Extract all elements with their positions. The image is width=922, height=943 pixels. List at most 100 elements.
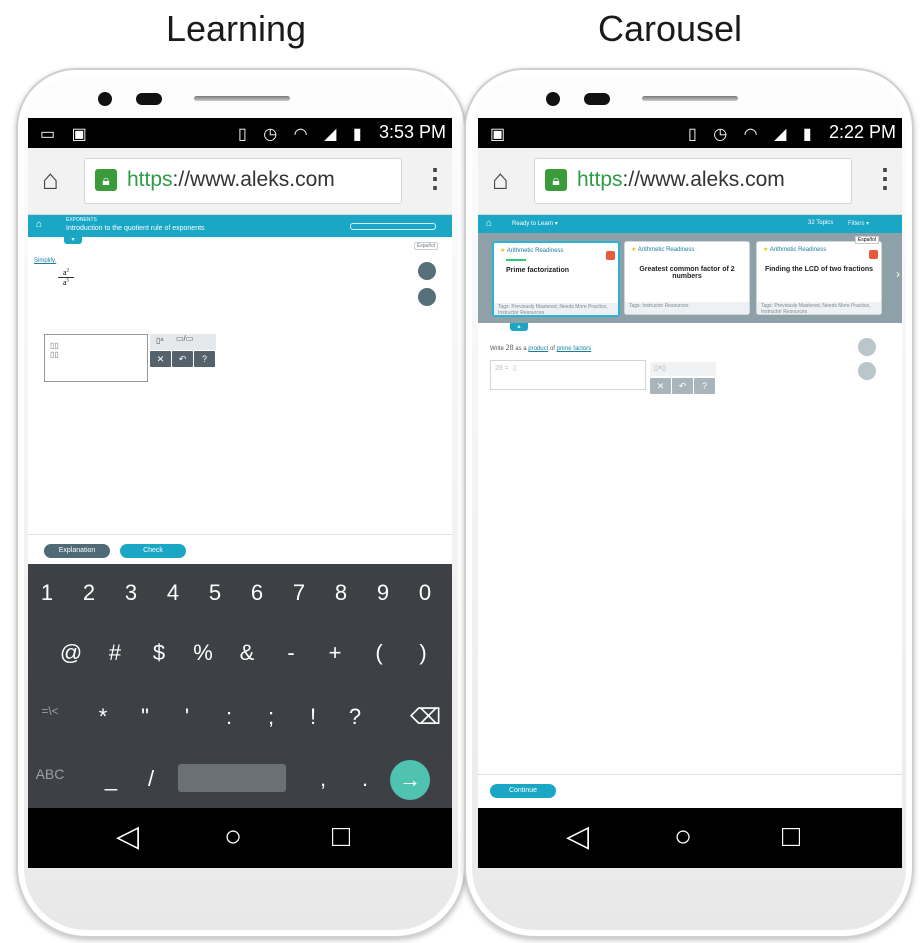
expand-toggle[interactable]: ▴	[510, 323, 528, 331]
key[interactable]: $	[144, 640, 174, 666]
topic-card[interactable]: ★ Arithmetic Readiness Prime factorizati…	[492, 241, 620, 317]
key[interactable]: !	[298, 704, 328, 730]
undo-button[interactable]: ↶	[172, 351, 193, 367]
key[interactable]: ,	[308, 766, 338, 792]
key[interactable]: 0	[410, 580, 440, 606]
home-icon[interactable]: ⌂	[42, 166, 59, 194]
calculator-icon[interactable]	[418, 262, 436, 280]
key[interactable]: 7	[284, 580, 314, 606]
home-circle-icon[interactable]: ○	[674, 822, 692, 852]
enter-arrow-icon[interactable]: →	[390, 760, 430, 800]
espanol-button[interactable]: Español	[413, 242, 438, 250]
undo-button[interactable]: ↶	[672, 378, 693, 394]
check-button[interactable]: Check	[120, 544, 186, 558]
carousel-next-icon[interactable]: ›	[896, 267, 900, 281]
times-tool[interactable]: ▯×▯	[654, 364, 666, 372]
exponent-tool[interactable]: ▯ᵃ	[156, 336, 163, 345]
key[interactable]: #	[100, 640, 130, 666]
question-text: Write 28 as a product of prime factors	[490, 343, 592, 352]
key[interactable]: "	[130, 704, 160, 730]
key[interactable]: 3	[116, 580, 146, 606]
recents-icon[interactable]: □	[782, 822, 800, 852]
key[interactable]: -	[276, 640, 306, 666]
home-icon[interactable]: ⌂	[486, 218, 492, 229]
help-button[interactable]: ?	[194, 351, 215, 367]
collapse-toggle[interactable]: ▾	[64, 237, 82, 244]
status-time: 2:22 PM	[828, 122, 896, 142]
url-bar[interactable]: 🔒︎ https://www.aleks.com	[534, 158, 852, 204]
card-tags: Tags: Previously Mastered, Needs More Pr…	[494, 303, 618, 316]
key[interactable]: 4	[158, 580, 188, 606]
keyboard-notif-icon: ▭ ▣	[40, 126, 93, 143]
space-key[interactable]	[178, 764, 286, 792]
key[interactable]: _	[96, 766, 126, 792]
topic-carousel: ★ Arithmetic Readiness Prime factorizati…	[478, 233, 902, 323]
key[interactable]: &	[232, 640, 262, 666]
card-badge	[869, 250, 878, 259]
topic-card[interactable]: ★ Arithmetic Readiness Greatest common f…	[624, 241, 750, 315]
key[interactable]: %	[188, 640, 218, 666]
clear-button[interactable]: ✕	[650, 378, 671, 394]
key[interactable]: 2	[74, 580, 104, 606]
clear-button[interactable]: ✕	[150, 351, 171, 367]
backspace-icon[interactable]: ⌫	[410, 704, 441, 730]
card-title: Prime factorization	[506, 267, 570, 274]
ready-to-learn[interactable]: Ready to Learn ▾	[512, 220, 558, 227]
url-bar[interactable]: 🔒︎ https://www.aleks.com	[84, 158, 402, 204]
key[interactable]: @	[56, 640, 86, 666]
fraction-tool[interactable]: ▭/▭	[176, 334, 193, 343]
key[interactable]: 9	[368, 580, 398, 606]
screen-right: ▣ ▯ ◷ ◠ ◢ ▮ 2:22 PM ⌂ 🔒︎ https://www.ale…	[478, 118, 902, 868]
card-category: Arithmetic Readiness	[769, 247, 827, 253]
card-badge	[606, 251, 615, 260]
key[interactable]: 1	[32, 580, 62, 606]
home-icon[interactable]: ⌂	[492, 166, 509, 194]
key[interactable]: 8	[326, 580, 356, 606]
mail-icon[interactable]	[858, 362, 876, 380]
status-icons: ▯ ◷ ◠ ◢ ▮	[238, 126, 368, 143]
key[interactable]: *	[88, 704, 118, 730]
espanol-button[interactable]: Español	[854, 236, 879, 244]
key[interactable]: '	[172, 704, 202, 730]
back-icon[interactable]: ◁	[116, 822, 139, 852]
keyboard: 1 2 3 4 5 6 7 8 9 0 @ # $% & - + () =\< * " ':;!? ⌫ ABC _ /,. →	[28, 564, 452, 808]
divider	[28, 534, 452, 535]
key[interactable]: 6	[242, 580, 272, 606]
topic-title: Introduction to the quotient rule of exp…	[66, 225, 205, 232]
key[interactable]: +	[320, 640, 350, 666]
key[interactable]: ;	[256, 704, 286, 730]
mail-icon[interactable]	[418, 288, 436, 306]
continue-button[interactable]: Continue	[490, 784, 556, 798]
answer-prefix: 28 =	[495, 365, 509, 372]
answer-input[interactable]: 28 = ▯	[490, 360, 646, 390]
key[interactable]: ?	[340, 704, 370, 730]
key[interactable]: )	[408, 640, 438, 666]
back-icon[interactable]: ◁	[566, 822, 589, 852]
speaker-grille	[642, 96, 738, 101]
key[interactable]: ABC	[32, 766, 68, 782]
card-tags: Tags: Previously Mastered, Needs More Pr…	[757, 302, 881, 315]
speaker-grille	[194, 96, 290, 101]
calculator-icon[interactable]	[858, 338, 876, 356]
recents-icon[interactable]: □	[332, 822, 350, 852]
overflow-menu-icon[interactable]: ⋮	[872, 164, 898, 192]
topic-card[interactable]: ★ Arithmetic Readiness Español Finding t…	[756, 236, 882, 315]
card-title: Finding the LCD of two fractions	[764, 266, 874, 273]
key[interactable]: 5	[200, 580, 230, 606]
explanation-button[interactable]: Explanation	[44, 544, 110, 558]
overflow-menu-icon[interactable]: ⋮	[422, 164, 448, 192]
key[interactable]: (	[364, 640, 394, 666]
home-circle-icon[interactable]: ○	[224, 822, 242, 852]
topic-section: EXPONENTS	[66, 217, 97, 223]
key[interactable]: :	[214, 704, 244, 730]
answer-input[interactable]: ▯▯ ▯▯	[44, 334, 148, 382]
key[interactable]: =\<	[32, 704, 68, 718]
home-icon[interactable]: ⌂	[36, 219, 42, 230]
key[interactable]: .	[350, 766, 380, 792]
phone-left: ▭ ▣ ▯ ◷ ◠ ◢ ▮ 3:53 PM ⌂ 🔒︎ https://www.a…	[16, 68, 466, 938]
card-tags: Tags: Instructor Resources	[625, 302, 749, 314]
key[interactable]: /	[136, 766, 166, 792]
filters-button[interactable]: Filters ▾	[848, 220, 869, 227]
phone-right: ▣ ▯ ◷ ◠ ◢ ▮ 2:22 PM ⌂ 🔒︎ https://www.ale…	[464, 68, 914, 938]
help-button[interactable]: ?	[694, 378, 715, 394]
